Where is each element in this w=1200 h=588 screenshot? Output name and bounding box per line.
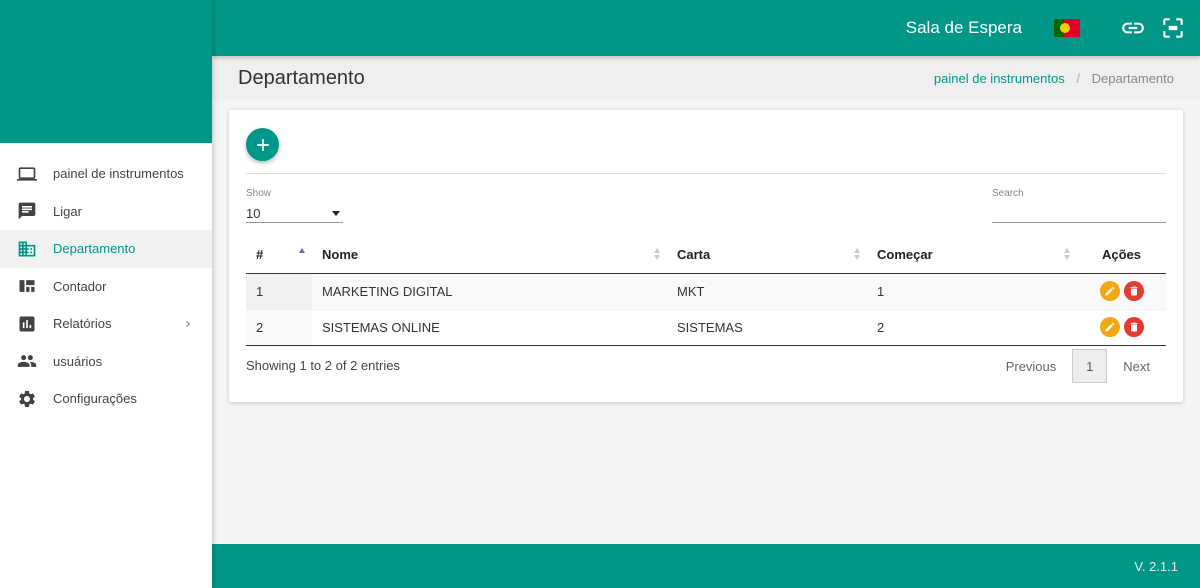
- column-header-acoes: Ações: [1077, 236, 1166, 274]
- cell-id: 1: [246, 273, 312, 310]
- breadcrumb-current: Departamento: [1091, 70, 1174, 86]
- breadcrumb: painel de instrumentos / Departamento: [934, 71, 1174, 86]
- sidebar: painel de instrumentos Ligar Departament…: [0, 0, 212, 588]
- content-header: Departamento painel de instrumentos / De…: [212, 56, 1200, 100]
- sidebar-nav: painel de instrumentos Ligar Departament…: [0, 143, 212, 418]
- cell-id: 2: [246, 309, 312, 346]
- sort-icon: [654, 248, 661, 261]
- pencil-icon: [1105, 322, 1115, 332]
- breadcrumb-separator: /: [1076, 70, 1080, 86]
- sidebar-item-contador[interactable]: Contador: [0, 268, 212, 306]
- sidebar-item-label: Contador: [53, 278, 107, 294]
- chart-icon: [17, 314, 37, 334]
- gear-icon: [17, 389, 37, 409]
- cell-carta: MKT: [667, 273, 867, 310]
- sidebar-item-usuarios[interactable]: usuários: [0, 343, 212, 381]
- sidebar-item-relatorios[interactable]: Relatórios: [0, 305, 212, 343]
- breadcrumb-home-link[interactable]: painel de instrumentos: [934, 71, 1065, 86]
- chat-icon: [17, 201, 37, 221]
- page-1-button[interactable]: 1: [1072, 349, 1108, 383]
- next-page-button[interactable]: Next: [1107, 349, 1166, 383]
- dashboard-icon: [17, 276, 37, 296]
- sidebar-item-label: Ligar: [53, 203, 82, 219]
- version-label: V. 2.1.1: [1134, 558, 1178, 574]
- pagination: Previous 1 Next: [990, 349, 1166, 383]
- sidebar-item-label: Departamento: [53, 241, 136, 257]
- chevron-right-icon: [182, 305, 194, 343]
- app-title: Sala de Espera: [905, 18, 1022, 37]
- building-icon: [17, 239, 37, 259]
- divider: [246, 173, 1166, 174]
- column-header-carta[interactable]: Carta: [667, 236, 867, 274]
- trash-icon: [1130, 286, 1137, 296]
- cell-actions: [1077, 309, 1166, 346]
- pencil-icon: [1105, 286, 1115, 296]
- delete-button[interactable]: [1123, 317, 1144, 337]
- portugal-flag-icon[interactable]: [1054, 19, 1080, 37]
- cell-comecar: 1: [867, 273, 1077, 310]
- trash-icon: [1130, 322, 1137, 332]
- column-header-comecar[interactable]: Começar: [867, 236, 1077, 274]
- sidebar-item-label: painel de instrumentos: [53, 166, 184, 182]
- sidebar-item-painel[interactable]: painel de instrumentos: [0, 155, 212, 193]
- footer: V. 2.1.1: [212, 544, 1200, 588]
- add-department-button[interactable]: [246, 128, 279, 161]
- table-row: 2 SISTEMAS ONLINE SISTEMAS 2: [246, 309, 1166, 346]
- cell-actions: [1077, 273, 1166, 310]
- table-row: 1 MARKETING DIGITAL MKT 1: [246, 273, 1166, 310]
- page-length-select[interactable]: 10: [246, 204, 343, 223]
- cell-carta: SISTEMAS: [667, 309, 867, 346]
- cell-nome: SISTEMAS ONLINE: [312, 309, 667, 346]
- caret-down-icon: [332, 210, 340, 216]
- delete-button[interactable]: [1123, 281, 1144, 301]
- page-title: Departamento: [238, 66, 365, 89]
- link-icon[interactable]: [1120, 15, 1146, 41]
- cell-nome: MARKETING DIGITAL: [312, 273, 667, 310]
- sidebar-item-label: usuários: [53, 353, 103, 369]
- search-label: Search: [992, 188, 1024, 199]
- department-table: # Nome Carta Começar Ações 1 MARKETING D…: [246, 236, 1166, 346]
- edit-button[interactable]: [1099, 281, 1120, 301]
- page-length-value: 10: [246, 205, 261, 221]
- previous-page-button[interactable]: Previous: [990, 349, 1073, 383]
- column-header-nome[interactable]: Nome: [312, 236, 667, 274]
- fullscreen-icon[interactable]: [1160, 15, 1186, 41]
- show-label: Show: [246, 188, 272, 199]
- sidebar-item-departamento[interactable]: Departamento: [0, 230, 212, 268]
- sidebar-item-label: Relatórios: [53, 316, 112, 332]
- edit-button[interactable]: [1099, 317, 1120, 337]
- department-card: Show 10 Search # Nome Carta Começar Açõe…: [229, 110, 1183, 402]
- table-header-row: # Nome Carta Começar Ações: [246, 236, 1166, 274]
- sort-ascending-icon: [299, 248, 306, 261]
- users-icon: [17, 351, 37, 371]
- laptop-icon: [17, 164, 37, 184]
- search-input[interactable]: [992, 204, 1166, 223]
- sort-icon: [854, 248, 861, 261]
- table-info: Showing 1 to 2 of 2 entries: [246, 358, 400, 373]
- sidebar-header: [0, 0, 212, 143]
- sort-icon: [1064, 248, 1071, 261]
- topbar: Sala de Espera: [212, 0, 1200, 56]
- column-header-id[interactable]: #: [246, 236, 312, 274]
- sidebar-item-configuracoes[interactable]: Configurações: [0, 380, 212, 418]
- sidebar-item-ligar[interactable]: Ligar: [0, 193, 212, 231]
- cell-comecar: 2: [867, 309, 1077, 346]
- plus-icon: [256, 138, 269, 151]
- sidebar-item-label: Configurações: [53, 391, 137, 407]
